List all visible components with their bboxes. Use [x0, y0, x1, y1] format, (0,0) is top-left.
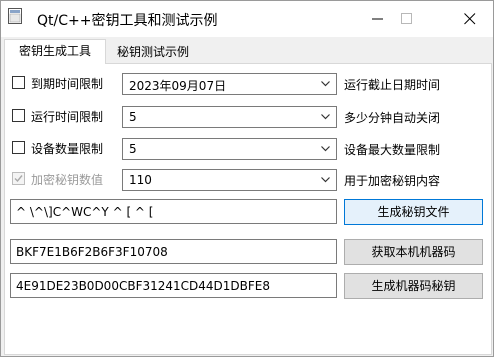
chevron-down-icon: [321, 146, 330, 152]
tab-label: 密钥生成工具: [18, 44, 91, 58]
tab-label: 秘钥测试示例: [116, 45, 189, 59]
chevron-down-icon: [321, 177, 330, 183]
device-count-select[interactable]: 5: [122, 138, 337, 160]
tab-pane-key-generator: 到期时间限制 2023年09月07日 运行截止日期时间 运行时间限制 5 多少分…: [4, 63, 492, 355]
key-content-value: ^ \^\]C^WC^Y ^ [ ^ [: [16, 205, 154, 219]
chevron-down-icon: [321, 81, 330, 87]
window-title: Qt/C++密钥工具和测试示例: [37, 13, 218, 29]
close-button[interactable]: [447, 1, 493, 37]
app-window-icon: [8, 8, 22, 24]
machine-code-value: BKF7E1B6F2B6F3F10708: [16, 245, 168, 259]
runtime-limit-description: 多少分钟自动关闭: [344, 111, 441, 125]
device-limit-label: 设备数量限制: [31, 142, 104, 156]
machine-key-value: 4E91DE23B0D00CBF31241CD44D1DBFE8: [16, 279, 270, 293]
device-limit-checkbox[interactable]: [12, 141, 25, 154]
expiry-limit-label: 到期时间限制: [31, 77, 104, 91]
check-icon: [14, 175, 23, 183]
maximize-button[interactable]: [384, 1, 430, 37]
device-limit-description: 设备最大数量限制: [344, 143, 441, 157]
runtime-limit-label: 运行时间限制: [31, 110, 104, 124]
machine-code-field[interactable]: BKF7E1B6F2B6F3F10708: [10, 239, 337, 264]
minimize-icon: [372, 18, 383, 20]
maximize-icon: [401, 13, 412, 24]
encrypt-key-label: 加密秘钥数值: [31, 173, 104, 187]
runtime-minutes-select[interactable]: 5: [122, 106, 337, 128]
machine-key-field[interactable]: 4E91DE23B0D00CBF31241CD44D1DBFE8: [10, 273, 337, 298]
get-machine-code-button[interactable]: 获取本机机器码: [344, 239, 483, 265]
tab-bar: 密钥生成工具 秘钥测试示例: [1, 37, 493, 64]
title-bar[interactable]: Qt/C++密钥工具和测试示例: [1, 1, 493, 37]
tab-key-generator[interactable]: 密钥生成工具: [4, 39, 106, 64]
encrypt-key-checkbox: [12, 172, 25, 185]
key-content-field[interactable]: ^ \^\]C^WC^Y ^ [ ^ [: [10, 199, 337, 224]
main-window: Qt/C++密钥工具和测试示例 密钥生成工具 秘钥测试示例 到期时间限制 202…: [0, 0, 494, 357]
encrypt-key-select[interactable]: 110: [122, 169, 337, 191]
runtime-minutes-value: 5: [129, 110, 137, 124]
generate-machine-key-button[interactable]: 生成机器码秘钥: [344, 273, 483, 299]
generate-key-file-button[interactable]: 生成秘钥文件: [344, 199, 483, 225]
encrypt-key-description: 用于加密秘钥内容: [344, 174, 441, 188]
encrypt-key-value: 110: [129, 173, 152, 187]
expiry-date-select[interactable]: 2023年09月07日: [122, 73, 337, 95]
chevron-down-icon: [321, 114, 330, 120]
tab-key-test[interactable]: 秘钥测试示例: [105, 41, 201, 63]
expiry-date-value: 2023年09月07日: [129, 79, 227, 93]
expiry-limit-checkbox[interactable]: [12, 76, 25, 89]
close-icon: [464, 13, 476, 25]
runtime-limit-checkbox[interactable]: [12, 109, 25, 122]
device-count-value: 5: [129, 142, 137, 156]
expiry-limit-description: 运行截止日期时间: [344, 78, 441, 92]
